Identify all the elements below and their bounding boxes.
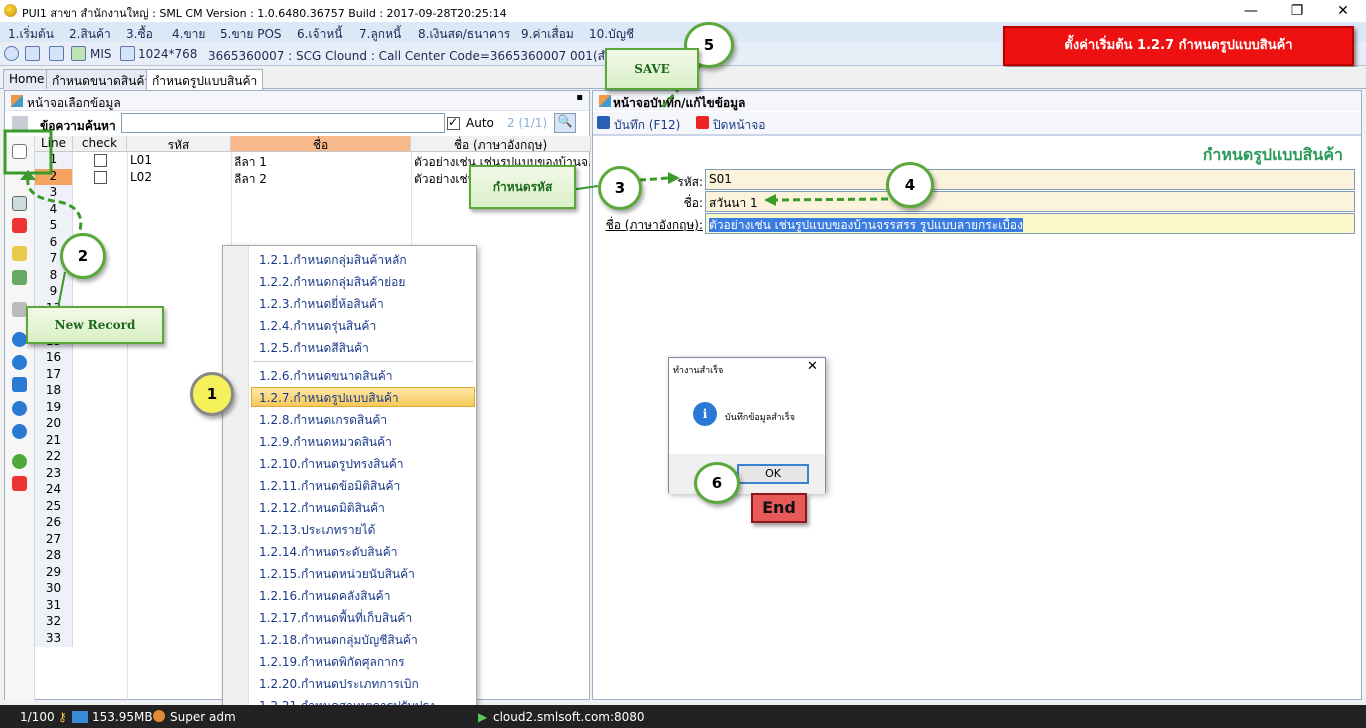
status-bar: 1/100 ⚷ 153.95MB Super adm ▶ cloud2.smls… xyxy=(0,705,1366,728)
new-record-note: New Record xyxy=(26,306,164,344)
new-record-highlight xyxy=(3,129,53,175)
arrow-2 xyxy=(26,177,83,231)
save-note: SAVE xyxy=(605,48,699,90)
server-address: cloud2.smlsoft.com:8080 xyxy=(493,710,645,724)
callout-1: 1 xyxy=(190,372,234,416)
define-code-note: กำหนดรหัส xyxy=(469,165,576,209)
callout-2: 2 xyxy=(60,233,106,279)
callout-4: 4 xyxy=(886,162,934,208)
user-icon xyxy=(153,710,165,722)
arrow-4 xyxy=(774,197,889,202)
arrowhead-3 xyxy=(668,172,680,184)
annotation-arrows xyxy=(3,64,889,309)
key-icon: ⚷ xyxy=(58,710,67,724)
memory-usage: 153.95MB xyxy=(92,710,153,724)
server-icon: ▶ xyxy=(478,710,488,724)
record-count: 1/100 xyxy=(20,710,55,724)
arrowhead-4 xyxy=(764,194,776,206)
callout-3: 3 xyxy=(598,166,642,210)
monitor-icon xyxy=(72,711,88,723)
callout-6: 6 xyxy=(694,462,740,504)
user-name: Super adm xyxy=(170,710,236,724)
connector-2 xyxy=(57,271,66,309)
